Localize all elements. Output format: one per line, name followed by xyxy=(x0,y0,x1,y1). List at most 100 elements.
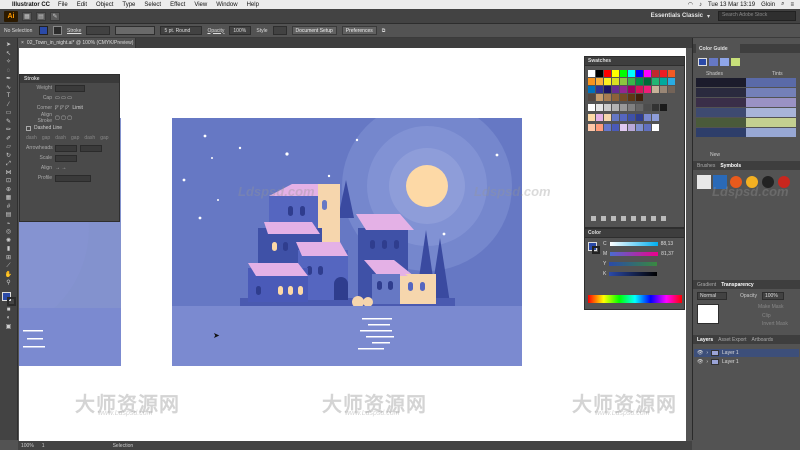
gradient-tool-icon[interactable]: ▤ xyxy=(4,212,14,220)
menu-type[interactable]: Type xyxy=(122,2,135,8)
transparency-opacity-field[interactable]: 100% xyxy=(762,292,784,300)
eyedropper-tool-icon[interactable]: ⌁ xyxy=(4,221,14,229)
workspace-switcher[interactable]: Essentials Classic xyxy=(651,13,703,19)
harmony-swatches[interactable] xyxy=(698,58,744,67)
rectangle-tool-icon[interactable]: ▭ xyxy=(4,110,14,118)
shaper-tool-icon[interactable]: ✐ xyxy=(4,136,14,144)
black-slider[interactable] xyxy=(609,272,658,276)
app-menu[interactable]: Illustrator CC xyxy=(12,2,50,8)
swatch-grid[interactable] xyxy=(585,66,684,226)
cyan-value[interactable]: 88,13 xyxy=(661,241,674,247)
graph-tool-icon[interactable]: ▮ xyxy=(4,246,14,254)
stroke-panel-header[interactable]: Stroke xyxy=(20,75,119,83)
zoom-tool-icon[interactable]: ⚲ xyxy=(4,280,14,288)
stroke-swatch-large[interactable] xyxy=(6,296,16,306)
slice-tool-icon[interactable]: ⟋ xyxy=(4,263,14,271)
rotate-tool-icon[interactable]: ↻ xyxy=(4,153,14,161)
menu-file[interactable]: File xyxy=(58,2,68,8)
chevron-right-icon[interactable]: › xyxy=(706,359,708,365)
cap-buttons[interactable]: ▭ ▭ ▭ xyxy=(55,95,72,101)
arrange-docs-icon[interactable]: ⧉ xyxy=(382,28,386,34)
swatch-row-4[interactable] xyxy=(588,94,643,101)
menu-help[interactable]: Help xyxy=(247,2,259,8)
arrowhead-end-field[interactable] xyxy=(80,144,102,152)
swatch-row-2[interactable] xyxy=(588,78,675,85)
swatch-row-1[interactable] xyxy=(588,70,675,77)
color-guide-grid[interactable] xyxy=(696,78,796,146)
lasso-tool-icon[interactable]: ◌ xyxy=(4,68,14,76)
menu-window[interactable]: Window xyxy=(216,2,237,8)
tab-brushes[interactable]: Brushes xyxy=(697,163,715,169)
layer-name[interactable]: Layer 1 xyxy=(722,350,739,356)
dash-2-label[interactable]: dash xyxy=(55,135,66,141)
align-stroke-buttons[interactable]: ▢ ▢ ▢ xyxy=(55,115,72,121)
tab-asset-export[interactable]: Asset Export xyxy=(718,337,746,343)
eye-icon[interactable]: 👁 xyxy=(697,350,703,356)
menu-select[interactable]: Select xyxy=(144,2,161,8)
curvature-tool-icon[interactable]: ∿ xyxy=(4,85,14,93)
invert-mask-checkbox[interactable]: Invert Mask xyxy=(762,321,788,327)
clip-checkbox[interactable]: Clip xyxy=(762,313,771,319)
screen-mode-icon[interactable]: ▣ xyxy=(4,324,14,332)
tab-gradient[interactable]: Gradient xyxy=(697,282,716,288)
opacity-label[interactable]: Opacity xyxy=(207,28,224,34)
artboard-number[interactable]: 1 xyxy=(42,443,45,449)
paintbrush-tool-icon[interactable]: ✎ xyxy=(4,119,14,127)
align-arrow-buttons[interactable]: → → xyxy=(55,165,66,171)
scale-tool-icon[interactable]: ⤢ xyxy=(4,161,14,169)
color-panel-header[interactable]: Color xyxy=(585,229,684,238)
wifi-icon[interactable]: ◠ xyxy=(688,1,693,8)
variable-width-field[interactable] xyxy=(115,26,156,35)
zoom-level[interactable]: 100% xyxy=(21,443,34,449)
pencil-tool-icon[interactable]: ✏ xyxy=(4,127,14,135)
weight-field[interactable] xyxy=(55,84,85,92)
type-tool-icon[interactable]: T xyxy=(4,93,14,101)
swatches-panel-header[interactable]: Swatches xyxy=(585,57,684,66)
tab-layers[interactable]: Layers xyxy=(697,337,713,343)
shape-builder-tool-icon[interactable]: ⊕ xyxy=(4,187,14,195)
swatch-row-6[interactable] xyxy=(588,114,659,121)
transparency-thumbnail[interactable] xyxy=(697,304,719,324)
layer-name[interactable]: Layer 1 xyxy=(722,359,739,365)
color-spectrum[interactable] xyxy=(588,295,682,303)
blend-mode-select[interactable]: Normal xyxy=(697,292,727,300)
corner-buttons[interactable]: ◸ ◸ ◸ xyxy=(55,105,69,111)
pen-tool-icon[interactable]: ✒ xyxy=(4,76,14,84)
menu-object[interactable]: Object xyxy=(96,2,113,8)
arrowhead-start-field[interactable] xyxy=(55,144,77,152)
magenta-slider[interactable] xyxy=(610,252,659,256)
color-guide-new-label[interactable]: New xyxy=(710,152,720,158)
close-icon[interactable]: × xyxy=(21,40,24,46)
volume-icon[interactable]: ♪ xyxy=(699,2,702,8)
layer-row[interactable]: 👁 › Layer 1 xyxy=(694,349,799,357)
list-icon[interactable]: ≡ xyxy=(790,2,794,8)
menu-view[interactable]: View xyxy=(194,2,207,8)
stroke-swatch[interactable] xyxy=(53,26,62,35)
color-guide-tab[interactable]: Color Guide xyxy=(696,44,740,53)
eye-icon[interactable]: 👁 xyxy=(697,359,703,365)
free-transform-tool-icon[interactable]: ⊡ xyxy=(4,178,14,186)
stock-search-input[interactable]: Search Adobe Stock xyxy=(718,11,796,21)
hand-tool-icon[interactable]: ✋ xyxy=(4,272,14,280)
fill-stroke-widget[interactable] xyxy=(1,291,16,306)
color-stroke-swatch[interactable] xyxy=(592,246,600,254)
magenta-value[interactable]: 81,37 xyxy=(661,251,674,257)
swatch-row-7[interactable] xyxy=(588,124,659,131)
direct-selection-tool-icon[interactable]: ↖ xyxy=(4,51,14,59)
magic-wand-tool-icon[interactable]: ✧ xyxy=(4,59,14,67)
stroke-label[interactable]: Stroke xyxy=(67,28,81,34)
user-name[interactable]: Gloin xyxy=(761,2,775,8)
arrange-icon[interactable]: ▤ xyxy=(36,11,46,21)
brush-field[interactable]: 5 pt. Round xyxy=(160,26,203,35)
swatch-row-5[interactable] xyxy=(588,104,667,111)
profile-field[interactable] xyxy=(55,174,91,182)
document-setup-button[interactable]: Document Setup xyxy=(291,26,337,35)
artboard-tool-icon[interactable]: ⊞ xyxy=(4,255,14,263)
width-tool-icon[interactable]: ⋈ xyxy=(4,170,14,178)
gap-3-label[interactable]: gap xyxy=(100,135,108,141)
perspective-grid-tool-icon[interactable]: ▦ xyxy=(4,195,14,203)
blend-tool-icon[interactable]: ◎ xyxy=(4,229,14,237)
menu-edit[interactable]: Edit xyxy=(77,2,87,8)
swatch-row-3[interactable] xyxy=(588,86,675,93)
bridge-icon[interactable]: ▦ xyxy=(22,11,32,21)
